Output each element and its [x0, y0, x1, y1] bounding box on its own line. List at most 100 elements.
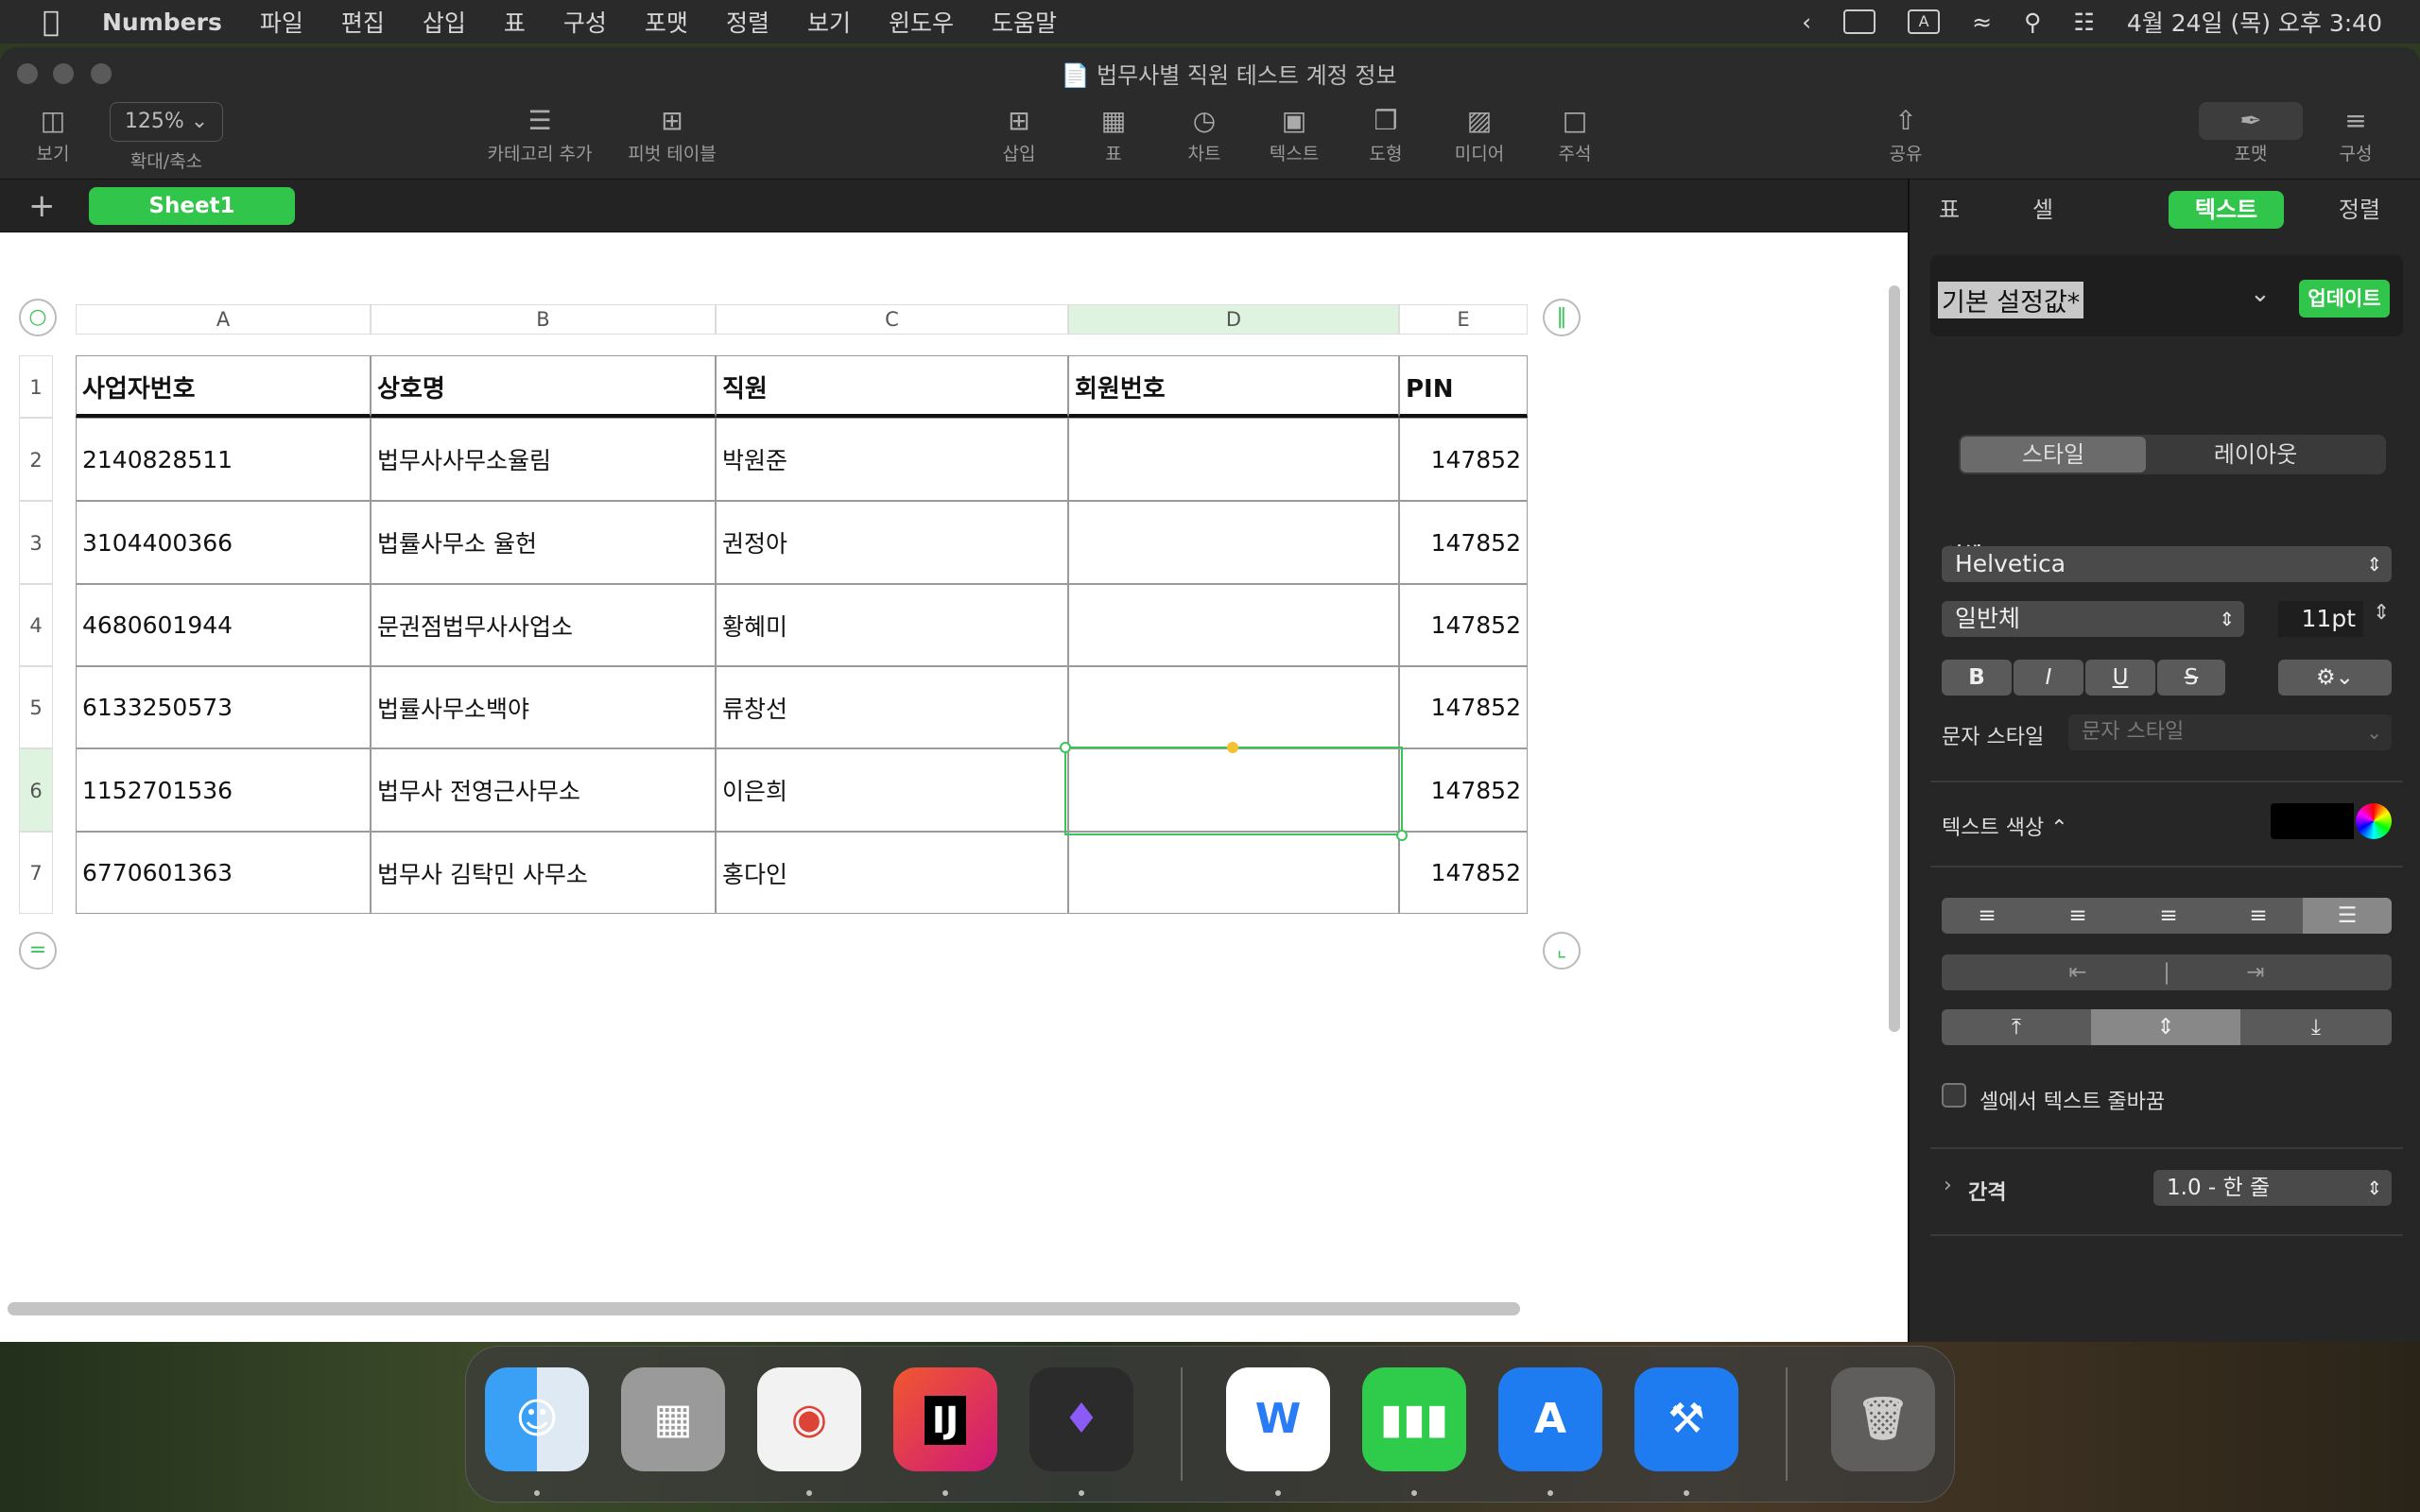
resize-table-handle[interactable]: ⌞ — [1543, 932, 1581, 970]
text-color-well[interactable] — [2271, 803, 2354, 839]
font-weight-popup[interactable]: 일반체 ⇕ — [1942, 601, 2244, 637]
valign-bottom-button[interactable]: ⤓ — [2240, 1009, 2392, 1045]
update-style-button[interactable]: 업데이트 — [2299, 280, 2390, 318]
selection-fill-handle[interactable] — [1227, 742, 1238, 753]
align-justify-button[interactable]: ≡ — [2214, 898, 2303, 934]
table-cell[interactable]: 류창선 — [716, 666, 1068, 748]
font-size-stepper[interactable]: ⇕ — [2373, 601, 2390, 625]
toolbar-shape-button[interactable]: ❒ 도형 — [1357, 102, 1414, 165]
menu-organize[interactable]: 구성 — [563, 5, 607, 39]
paragraph-style-name[interactable]: 기본 설정값* — [1938, 282, 2084, 318]
row-header-7[interactable]: 7 — [19, 832, 53, 914]
row-header-2[interactable]: 2 — [19, 418, 53, 501]
column-header-e[interactable]: E — [1399, 304, 1528, 335]
table-cell[interactable]: 1152701536 — [76, 748, 371, 832]
valign-middle-button[interactable]: ⇕ — [2091, 1009, 2240, 1045]
table-cell[interactable]: 박원준 — [716, 418, 1068, 501]
table-cell[interactable]: 147852 — [1399, 748, 1528, 832]
toolbar-insert-button[interactable]: ⊞ 삽입 — [991, 102, 1047, 165]
table-cell[interactable]: 2140828511 — [76, 418, 371, 501]
font-size-field[interactable]: 11pt — [2278, 601, 2363, 637]
inspector-tab-cell[interactable]: 셀 — [2000, 191, 2085, 229]
toolbar-text-button[interactable]: ▣ 텍스트 — [1261, 102, 1327, 165]
align-left-button[interactable]: ≡ — [1942, 898, 2032, 934]
menu-insert[interactable]: 삽입 — [423, 5, 466, 39]
table-cell[interactable]: 문권점법무사사업소 — [371, 584, 716, 666]
inspector-tab-table[interactable]: 표 — [1938, 191, 1961, 229]
indent-controls[interactable]: ⇤ | ⇥ — [1942, 954, 2392, 990]
align-auto-button[interactable]: ☰ — [2303, 898, 2392, 934]
spacing-popup[interactable]: 1.0 - 한 줄 ⇕ — [2153, 1170, 2392, 1206]
dock-intellij[interactable]: IJ — [893, 1367, 997, 1471]
header-cell-pin[interactable]: PIN — [1399, 355, 1528, 418]
dock-finder[interactable]: ☺ — [485, 1367, 589, 1471]
table-cell[interactable]: 권정아 — [716, 501, 1068, 584]
underline-button[interactable]: U — [2085, 660, 2155, 696]
toolbar-add-category-button[interactable]: ☰ 카테고리 추가 — [478, 102, 601, 165]
toolbar-organize-button[interactable]: ≡ 구성 — [2327, 102, 2384, 165]
menu-app-name[interactable]: Numbers — [102, 9, 222, 36]
table-cell[interactable]: 법무사 김탁민 사무소 — [371, 832, 716, 914]
dock-chrome[interactable]: ◉ — [757, 1367, 861, 1471]
menu-view[interactable]: 보기 — [807, 5, 851, 39]
table-cell[interactable]: 147852 — [1399, 666, 1528, 748]
menu-edit[interactable]: 편집 — [341, 5, 385, 39]
toolbar-table-button[interactable]: ▦ 표 — [1085, 102, 1142, 165]
segment-layout[interactable]: 레이아웃 — [2161, 435, 2350, 474]
row-header-6[interactable]: 6 — [19, 748, 53, 832]
horizontal-scrollbar[interactable] — [8, 1302, 1520, 1315]
valign-top-button[interactable]: ⤒ — [1942, 1009, 2091, 1045]
search-icon[interactable]: ⚲ — [2024, 9, 2041, 36]
table-cell[interactable]: 법무사 전영근사무소 — [371, 748, 716, 832]
table-cell[interactable]: 이은희 — [716, 748, 1068, 832]
toolbar-chart-button[interactable]: ◷ 차트 — [1176, 102, 1233, 165]
italic-button[interactable]: I — [2014, 660, 2083, 696]
table-cell[interactable]: 147852 — [1399, 418, 1528, 501]
inspector-tab-text[interactable]: 텍스트 — [2169, 191, 2284, 229]
menu-file[interactable]: 파일 — [260, 5, 303, 39]
table-cell[interactable]: 황혜미 — [716, 584, 1068, 666]
column-header-d[interactable]: D — [1068, 304, 1399, 335]
align-right-button[interactable]: ≡ — [2123, 898, 2214, 934]
zoom-select[interactable]: 125% ⌄ — [110, 102, 223, 142]
input-source-icon[interactable]: A — [1908, 9, 1941, 34]
toolbar-comment-button[interactable]: □ 주석 — [1547, 102, 1603, 165]
dock-whale[interactable]: W — [1226, 1367, 1330, 1471]
row-header-5[interactable]: 5 — [19, 666, 53, 748]
wrap-text-checkbox[interactable] — [1942, 1083, 1966, 1108]
table-cell[interactable]: 홍다인 — [716, 832, 1068, 914]
vertical-scrollbar[interactable] — [1889, 285, 1900, 1032]
select-table-handle[interactable]: ○ — [19, 299, 57, 336]
table-cell[interactable] — [1068, 501, 1399, 584]
dock-trash[interactable]: 🗑 — [1831, 1367, 1935, 1471]
apple-menu-icon[interactable]:  — [0, 6, 102, 39]
selection-handle[interactable] — [1060, 742, 1071, 753]
table-cell[interactable]: 147852 — [1399, 832, 1528, 914]
sheet-tab-sheet1[interactable]: Sheet1 — [89, 187, 295, 225]
toolbar-media-button[interactable]: ▨ 미디어 — [1446, 102, 1512, 165]
row-header-4[interactable]: 4 — [19, 584, 53, 666]
table-cell[interactable]: 6770601363 — [76, 832, 371, 914]
font-family-popup[interactable]: Helvetica ⇕ — [1942, 546, 2392, 582]
wifi-icon[interactable]: ≈ — [1972, 9, 1992, 36]
column-header-b[interactable]: B — [371, 304, 716, 335]
toolbar-format-button[interactable]: ✒ 포맷 — [2199, 102, 2303, 165]
toolbar-share-button[interactable]: ⇧ 공유 — [1877, 102, 1934, 165]
color-wheel-icon[interactable] — [2356, 803, 2392, 839]
header-cell-business-number[interactable]: 사업자번호 — [76, 355, 371, 418]
dock-numbers[interactable]: ▮▮▮ — [1362, 1367, 1466, 1471]
menu-arrange[interactable]: 정렬 — [726, 5, 769, 39]
add-sheet-button[interactable]: + — [28, 187, 56, 225]
menu-format[interactable]: 포맷 — [645, 5, 688, 39]
dock-launchpad[interactable]: ▦ — [621, 1367, 725, 1471]
spreadsheet-canvas[interactable]: ○ ‖ = ⌞ A B C D E 1 2 3 4 5 6 7 사업자번호 상호… — [0, 232, 1908, 1342]
chevron-left-icon[interactable]: ‹ — [1802, 9, 1811, 36]
chevron-right-icon[interactable]: › — [1944, 1174, 1952, 1197]
table-cell[interactable]: 4680601944 — [76, 584, 371, 666]
header-cell-company-name[interactable]: 상호명 — [371, 355, 716, 418]
dock-obsidian[interactable]: ♦ — [1029, 1367, 1133, 1471]
chevron-down-icon[interactable]: ⌄ — [2250, 280, 2271, 308]
table-cell[interactable]: 3104400366 — [76, 501, 371, 584]
inspector-tab-arrange[interactable]: 정렬 — [2320, 191, 2399, 229]
column-header-a[interactable]: A — [76, 304, 371, 335]
